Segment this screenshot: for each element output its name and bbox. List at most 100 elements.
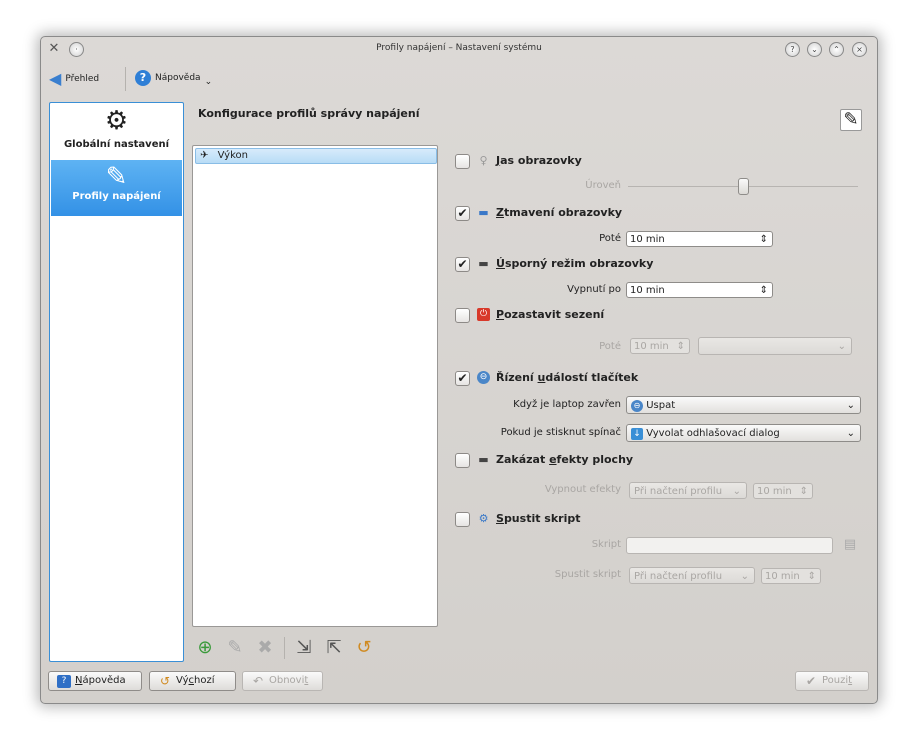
- performance-icon: ✈: [200, 150, 209, 161]
- script-gear-icon: ⚙: [478, 512, 489, 525]
- suspend-after-value: 10 min: [634, 341, 669, 352]
- screen-off-spinbox[interactable]: 10 min ⇕: [626, 282, 773, 298]
- edit-profile-button-icon[interactable]: ✎: [224, 637, 246, 659]
- brightness-label: Jas obrazovky: [496, 154, 582, 167]
- export-profile-icon[interactable]: ⇱: [323, 637, 345, 659]
- effects-time-value: 10 min: [757, 486, 792, 497]
- sidebar-item-global-settings[interactable]: ⚙ Globální nastavení: [51, 104, 182, 160]
- back-arrow-icon: ◀: [49, 69, 62, 88]
- defaults-button[interactable]: ↺ Výchozí: [149, 671, 236, 691]
- screen-off-label: Vypnutí po: [567, 284, 621, 295]
- brightness-level-label: Úroveň: [585, 180, 621, 191]
- screen-saver-checkbox[interactable]: ✔: [455, 257, 470, 272]
- lid-closed-value: Uspat: [646, 400, 676, 411]
- apply-button-label: Pouzit: [822, 675, 853, 686]
- suspend-after-spinbox[interactable]: 10 min ⇕: [630, 338, 690, 354]
- button-events-label: Řízení událostí tlačítek: [496, 371, 639, 384]
- button-events-checkbox[interactable]: ✔: [455, 371, 470, 386]
- help-circle-icon: ?: [135, 70, 151, 86]
- spin-arrows-icon: ⇕: [759, 234, 768, 245]
- dim-checkbox[interactable]: ✔: [455, 206, 470, 221]
- profile-list[interactable]: ✈ Výkon: [192, 145, 438, 627]
- reset-button[interactable]: ↶ Obnovit: [242, 671, 323, 691]
- script-when-select[interactable]: Při načtení profilu ⌄: [629, 567, 755, 584]
- monitor-icon: ▬: [478, 206, 489, 219]
- brightness-checkbox[interactable]: [455, 154, 470, 169]
- overview-button[interactable]: ◀ Přehled: [49, 69, 99, 88]
- window-title: Profily napájení – Nastavení systému: [376, 43, 542, 53]
- page-heading: Konfigurace profilů správy napájení: [198, 107, 420, 120]
- sidebar-item-label: Globální nastavení: [63, 139, 170, 150]
- delete-profile-icon[interactable]: ✖: [254, 637, 276, 659]
- checkmark-icon: ✔: [805, 674, 817, 688]
- add-profile-icon[interactable]: ⊕: [194, 637, 216, 659]
- defaults-button-label: Výchozí: [176, 675, 215, 686]
- chevron-down-icon: ⌄: [732, 486, 741, 497]
- button-events-icon: ⊖: [477, 371, 490, 384]
- help-menu-button[interactable]: ? Nápověda ⌄: [135, 69, 212, 87]
- chevron-down-icon: ⌄: [846, 400, 855, 411]
- screen-off-value: 10 min: [630, 285, 665, 296]
- brightness-slider-handle[interactable]: [738, 178, 749, 195]
- script-path-label: Skript: [591, 539, 621, 550]
- power-button-select[interactable]: ↓ Vyvolat odhlašovací dialog ⌄: [626, 424, 861, 442]
- sidebar-item-label: Profily napájení: [72, 191, 161, 202]
- dim-after-value: 10 min: [630, 234, 665, 245]
- overview-label: Přehled: [65, 73, 100, 84]
- effects-when-select[interactable]: Při načtení profilu ⌄: [629, 482, 747, 499]
- dim-after-label: Poté: [599, 233, 621, 244]
- import-profile-icon[interactable]: ⇲: [293, 637, 315, 659]
- edit-profile-icon[interactable]: ✎: [840, 109, 862, 131]
- list-toolbar-separator: [284, 637, 285, 659]
- spin-arrows-icon: ⇕: [799, 486, 808, 497]
- effects-off-label: Vypnout efekty: [544, 484, 621, 495]
- effects-label: Zakázat efekty plochy: [496, 453, 634, 466]
- monitor-dark-icon: ▬: [478, 257, 489, 270]
- effects-time-spinbox[interactable]: 10 min ⇕: [753, 483, 813, 499]
- spin-arrows-icon: ⇕: [807, 571, 816, 582]
- help-button[interactable]: ? Nápověda: [48, 671, 142, 691]
- chevron-down-icon: ⌄: [846, 428, 855, 439]
- spin-arrows-icon: ⇕: [759, 285, 768, 296]
- dim-label: Ztmavení obrazovky: [496, 206, 623, 219]
- script-when-value: Při načtení profilu: [634, 571, 723, 582]
- suspend-label: Pozastavit sezení: [496, 308, 605, 321]
- lid-closed-label: Když je laptop zavřen: [513, 399, 621, 410]
- apply-button[interactable]: ✔ Pouzit: [795, 671, 869, 691]
- open-file-icon[interactable]: ▤: [842, 537, 858, 553]
- power-button-value: Vyvolat odhlašovací dialog: [646, 428, 780, 439]
- toolbar-separator: [125, 67, 126, 91]
- chevron-down-icon: ⌄: [740, 571, 749, 582]
- system-settings-window: ✕ · Profily napájení – Nastavení systému…: [40, 36, 878, 704]
- script-run-label: Spustit skript: [554, 569, 621, 580]
- desktop-effects-icon: ▬: [478, 453, 489, 466]
- close-icon[interactable]: ×: [852, 42, 867, 57]
- suspend-checkbox[interactable]: [455, 308, 470, 323]
- spin-arrows-icon: ⇕: [676, 341, 685, 352]
- list-item[interactable]: ✈ Výkon: [195, 148, 437, 164]
- effects-when-value: Při načtení profilu: [634, 486, 723, 497]
- help-book-icon: ?: [57, 674, 71, 688]
- maximize-icon[interactable]: ⌃: [829, 42, 844, 57]
- script-path-input[interactable]: [626, 537, 833, 554]
- chevron-down-icon: ⌄: [204, 77, 213, 87]
- suspend-after-label: Poté: [599, 341, 621, 352]
- script-time-value: 10 min: [765, 571, 800, 582]
- screen-saver-label: Úsporný režim obrazovky: [496, 257, 654, 270]
- power-button-label: Pokud je stisknut spínač: [500, 427, 621, 438]
- dim-after-spinbox[interactable]: 10 min ⇕: [626, 231, 773, 247]
- logout-dialog-icon: ↓: [631, 428, 643, 440]
- reset-button-label: Obnovit: [269, 675, 309, 686]
- minimize-icon[interactable]: ⌄: [807, 42, 822, 57]
- help-icon[interactable]: ?: [785, 42, 800, 57]
- help-menu-label: Nápověda: [155, 73, 201, 83]
- effects-checkbox[interactable]: [455, 453, 470, 468]
- restore-defaults-icon[interactable]: ↺: [353, 637, 375, 659]
- suspend-action-select[interactable]: ⌄: [698, 337, 852, 355]
- lid-closed-select[interactable]: ⊖ Uspat ⌄: [626, 396, 861, 414]
- script-time-spinbox[interactable]: 10 min ⇕: [761, 568, 821, 584]
- sidebar-item-power-profiles[interactable]: ✎ Profily napájení: [51, 160, 182, 216]
- help-button-label: Nápověda: [75, 675, 126, 686]
- chevron-down-icon: ⌄: [837, 341, 846, 352]
- script-checkbox[interactable]: [455, 512, 470, 527]
